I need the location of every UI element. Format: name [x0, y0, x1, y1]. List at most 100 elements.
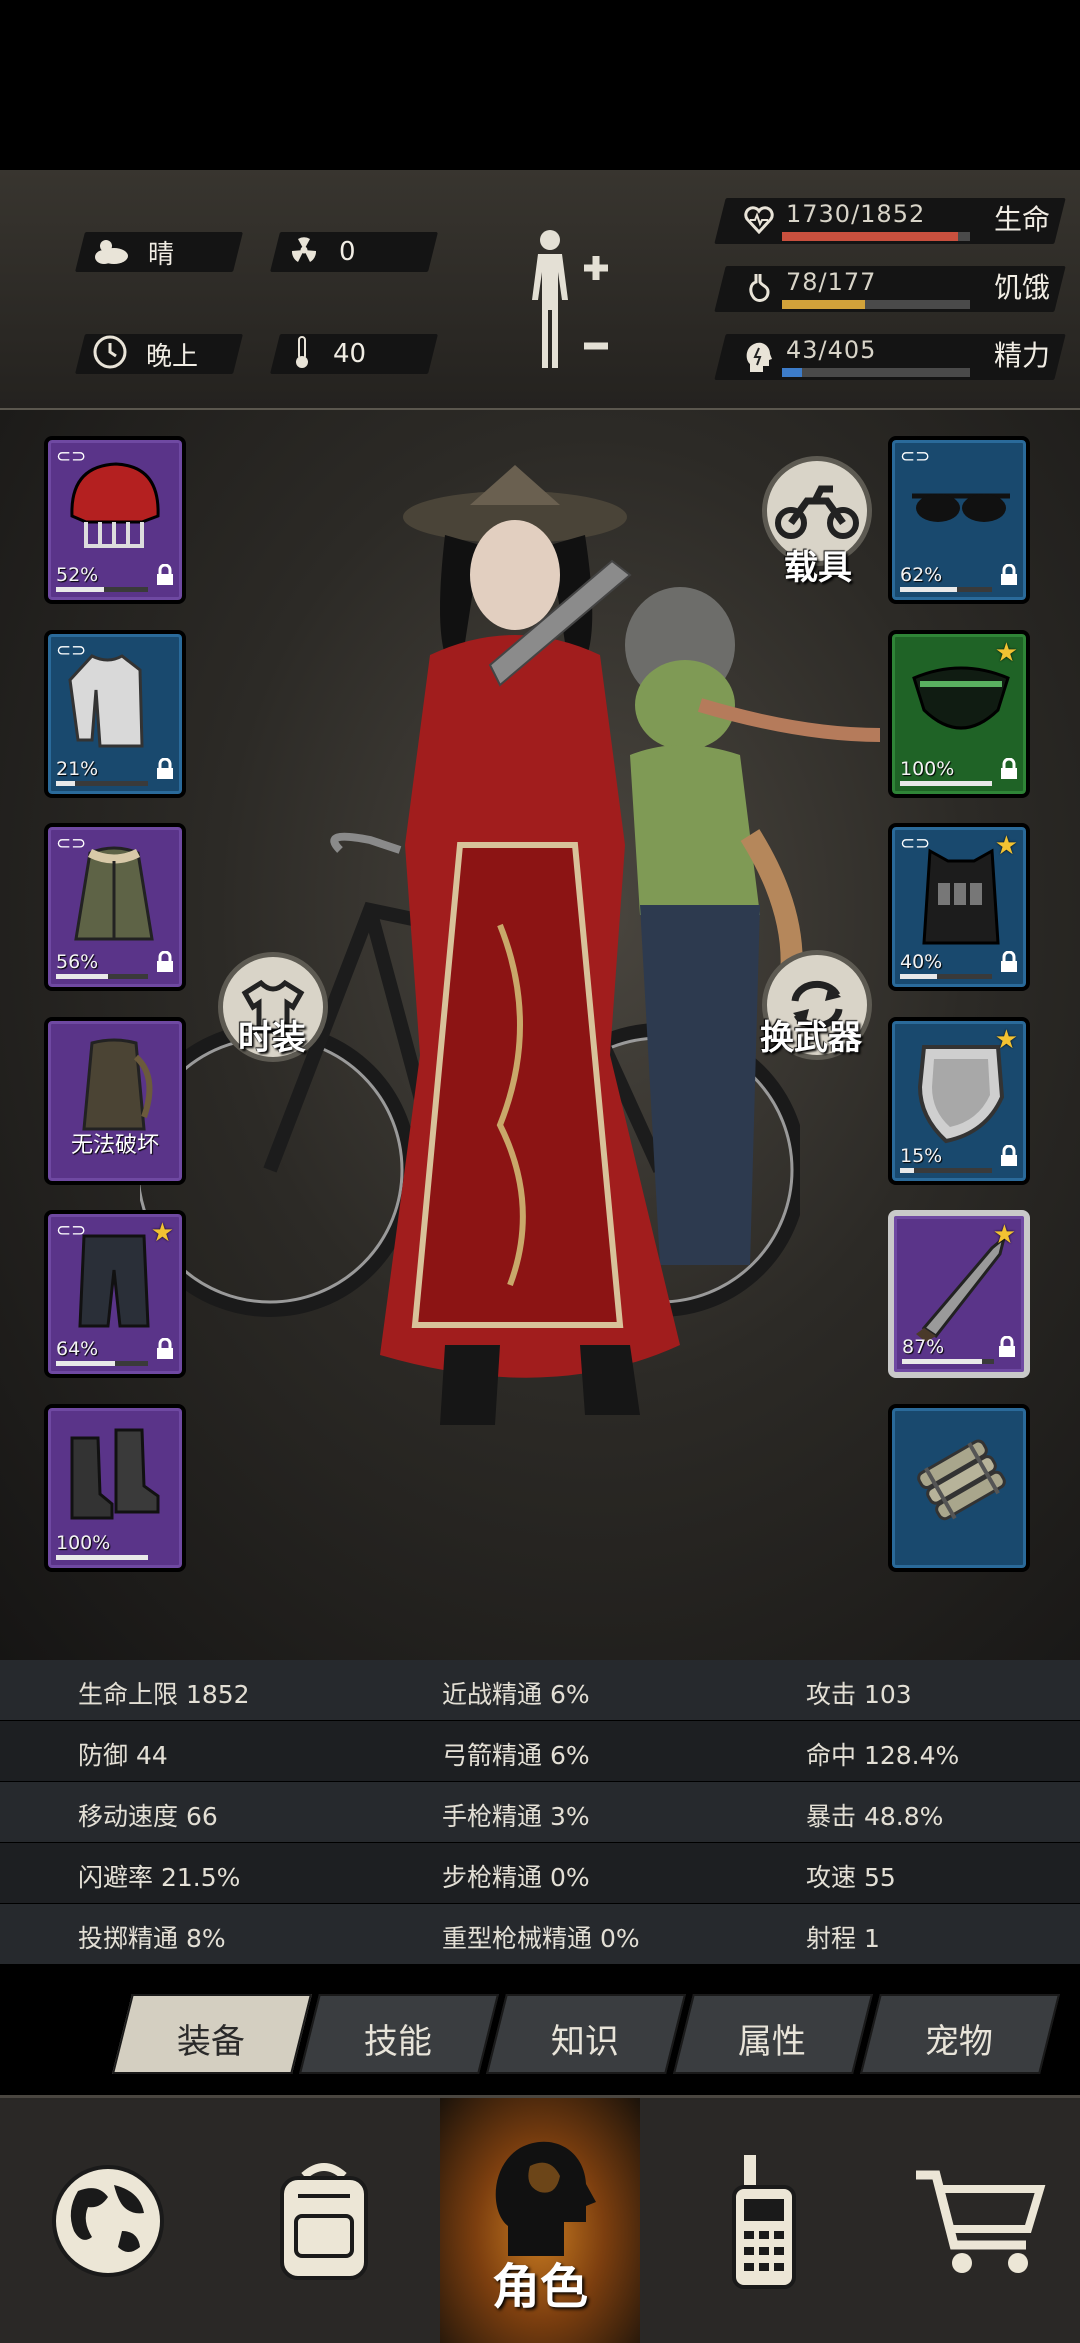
- machete-slot[interactable]: ★ 87%: [888, 1210, 1030, 1378]
- explosive-slot[interactable]: [888, 1403, 1030, 1572]
- lock-icon: [1000, 1144, 1018, 1173]
- backpack-slot[interactable]: 无法破坏: [44, 1016, 186, 1185]
- lock-icon: [1000, 757, 1018, 786]
- star-icon: ★: [150, 1218, 174, 1248]
- helmet-slot[interactable]: ⊂⊃ 52%: [44, 436, 186, 604]
- attribute-row: 移动速度 66 手枪精通 3% 暴击 48.8%: [0, 1782, 1080, 1842]
- star-icon: ★: [994, 637, 1018, 668]
- brain-head-icon: [744, 340, 772, 378]
- link-icon: ⊂⊃: [900, 833, 931, 854]
- lock-icon: [156, 950, 174, 979]
- nav-character[interactable]: 角色: [440, 2098, 640, 2343]
- backpack-icon: [280, 2162, 368, 2280]
- durability-bar: [900, 974, 992, 979]
- tab-3[interactable]: 属性: [673, 1994, 873, 2074]
- pants-slot[interactable]: ⊂⊃ ★ 64%: [44, 1210, 186, 1378]
- attribute-cell: 防御 44: [78, 1741, 168, 1770]
- star-icon: ★: [994, 831, 1018, 861]
- vest-slot[interactable]: ⊂⊃ ★ 40%: [888, 823, 1030, 991]
- temperature-value: 40: [333, 339, 367, 369]
- jacket-slot[interactable]: ⊂⊃ 56%: [44, 823, 186, 991]
- durability-percent: 87%: [902, 1336, 945, 1358]
- fashion-label: 时装: [238, 1018, 306, 1058]
- bottom-nav: 角色: [0, 2095, 1080, 2343]
- boots-slot[interactable]: 100%: [44, 1403, 186, 1572]
- tab-4[interactable]: 宠物: [860, 1994, 1060, 2074]
- shield-slot[interactable]: ★ 15%: [888, 1016, 1030, 1185]
- weather-text: 晴: [148, 239, 175, 270]
- durability-bar: [56, 780, 148, 786]
- attribute-cell: 移动速度 66: [78, 1802, 218, 1831]
- link-icon: ⊂⊃: [56, 446, 87, 467]
- character-icon: [495, 2141, 596, 2256]
- heart-icon: [744, 206, 774, 238]
- link-icon: ⊂⊃: [56, 833, 87, 854]
- attribute-cell: 近战精通 6%: [442, 1680, 590, 1709]
- durability-bar: [56, 1554, 148, 1560]
- durability-percent: 15%: [900, 1144, 943, 1167]
- attribute-cell: 弓箭精通 6%: [442, 1741, 590, 1770]
- stomach-icon: [746, 272, 772, 308]
- attribute-cell: 命中 128.4%: [806, 1741, 960, 1770]
- durability-bar: [900, 587, 992, 592]
- tab-2[interactable]: 知识: [486, 1994, 686, 2074]
- durability-percent: 21%: [56, 757, 99, 780]
- tab-label: 技能: [363, 2022, 432, 2062]
- map-icon: [52, 2164, 164, 2277]
- lock-icon: [156, 757, 174, 786]
- health-label: 生命: [994, 203, 1051, 236]
- temperature-chip: 40: [270, 334, 438, 374]
- attribute-cell: 步枪精通 0%: [442, 1863, 590, 1892]
- durability-bar: [900, 780, 992, 786]
- swap-weapon-label: 换武器: [760, 1018, 862, 1058]
- attribute-row: 投掷精通 8% 重型枪械精通 0% 射程 1: [0, 1904, 1080, 1964]
- tab-label: 属性: [737, 2022, 806, 2062]
- attribute-cell: 攻速 55: [806, 1863, 896, 1892]
- character-tabs: 装备 技能 知识 属性 宠物: [110, 1994, 1060, 2074]
- lock-icon: [998, 1335, 1016, 1364]
- glasses-slot[interactable]: ⊂⊃ 62%: [888, 436, 1030, 604]
- mask-slot[interactable]: ★ 100%: [888, 629, 1030, 798]
- health-value: 1730/1852: [786, 200, 926, 228]
- attribute-cell: 闪避率 21.5%: [78, 1863, 241, 1892]
- attribute-cell: 攻击 103: [806, 1680, 912, 1709]
- slot-status-label: 无法破坏: [70, 1132, 159, 1158]
- tab-0[interactable]: 装备: [112, 1994, 312, 2074]
- durability-percent: 100%: [900, 757, 955, 780]
- time-text: 晚上: [146, 341, 199, 372]
- nav-character-label: 角色: [491, 2259, 588, 2315]
- character-scene: ⊂⊃ 52% ⊂⊃ 21% ⊂⊃ 56% 无法破坏 ⊂⊃ ★ 64% 100% ⊂⊃ 62% ★ 100%…: [0, 410, 1080, 1660]
- link-icon: ⊂⊃: [900, 446, 931, 467]
- attribute-cell: 生命上限 1852: [78, 1680, 250, 1709]
- nav-shop[interactable]: [872, 2098, 1080, 2343]
- hunger-stat: 78/177 饥饿: [714, 266, 1080, 312]
- energy-label: 精力: [994, 339, 1051, 372]
- motorcycle-icon: [775, 485, 859, 539]
- body-status-button[interactable]: [520, 228, 630, 378]
- weather-icon: [92, 235, 130, 269]
- nav-backpack[interactable]: [216, 2098, 432, 2343]
- lock-icon: [156, 563, 174, 592]
- time-chip: 晚上: [75, 334, 243, 374]
- hunger-bar: [782, 300, 970, 309]
- tab-1[interactable]: 技能: [299, 1994, 499, 2074]
- attribute-row: 生命上限 1852 近战精通 6% 攻击 103: [0, 1660, 1080, 1720]
- tab-label: 宠物: [924, 2022, 993, 2062]
- shirt-slot[interactable]: ⊂⊃ 21%: [44, 629, 186, 798]
- energy-stat: 43/405 精力: [714, 334, 1080, 380]
- nav-map[interactable]: [0, 2098, 216, 2343]
- durability-percent: 62%: [900, 564, 943, 586]
- attribute-cell: 重型枪械精通 0%: [442, 1924, 640, 1953]
- attribute-row: 闪避率 21.5% 步枪精通 0% 攻速 55: [0, 1843, 1080, 1903]
- link-icon: ⊂⊃: [56, 639, 87, 661]
- attribute-row: 防御 44 弓箭精通 6% 命中 128.4%: [0, 1721, 1080, 1781]
- weather-chip: 晴: [75, 232, 243, 272]
- energy-value: 43/405: [786, 336, 877, 364]
- radiation-icon: [289, 235, 319, 269]
- nav-radio[interactable]: [656, 2098, 872, 2343]
- clock-icon: [92, 334, 128, 374]
- durability-percent: 64%: [56, 1338, 99, 1360]
- status-header: 晴 0 晚上 40 1730/1852 生命 78/177 饥饿 43/405 …: [0, 170, 1080, 411]
- energy-bar: [782, 368, 970, 377]
- attribute-cell: 手枪精通 3%: [442, 1802, 590, 1831]
